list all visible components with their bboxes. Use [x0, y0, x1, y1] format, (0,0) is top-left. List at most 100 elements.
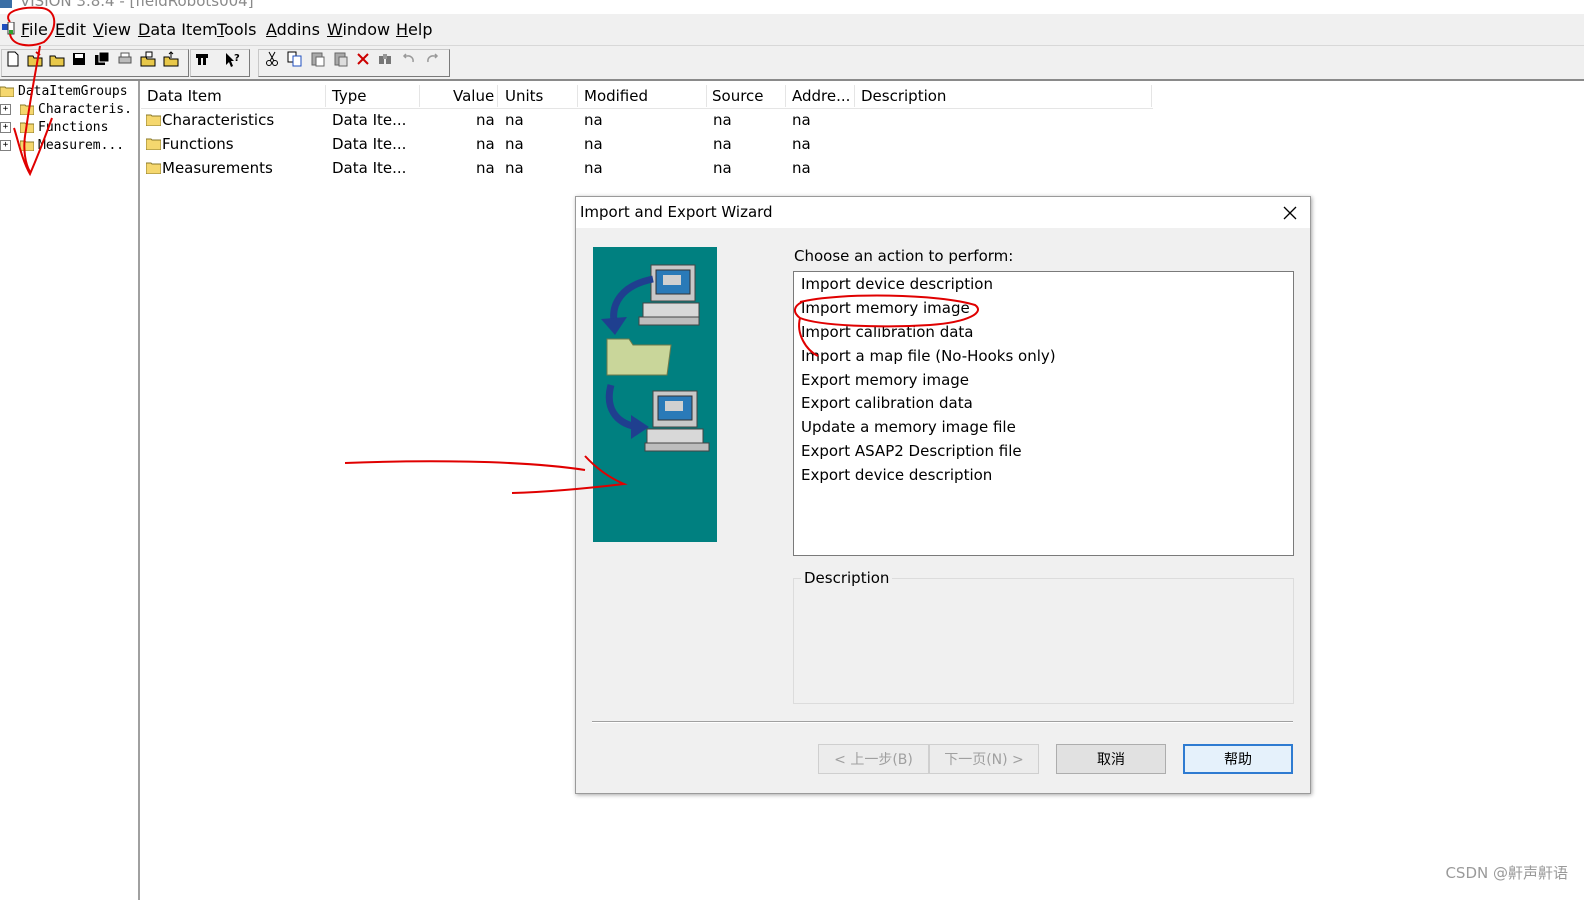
cell-value: na — [476, 135, 495, 153]
cell-address: na — [792, 135, 811, 153]
action-export-device-description[interactable]: Export device description — [801, 466, 992, 488]
cell-type: Data Ite... — [332, 111, 407, 129]
cancel-button[interactable]: 取消 — [1056, 744, 1166, 774]
help-button[interactable]: 帮助 — [1183, 744, 1293, 774]
cell-data-item: Characteristics — [162, 111, 275, 129]
list-header: Data Item Type Value Units Modified Sour… — [141, 83, 1153, 109]
column-divider[interactable] — [497, 85, 498, 107]
open-icon[interactable] — [27, 51, 43, 67]
expand-icon[interactable]: + — [0, 139, 11, 151]
context-help-icon[interactable]: ? — [224, 51, 240, 67]
column-header-data-item[interactable]: Data Item — [147, 87, 222, 105]
action-export-asap2-description-file[interactable]: Export ASAP2 Description file — [801, 442, 1022, 464]
action-update-memory-image-file[interactable]: Update a memory image file — [801, 418, 1016, 440]
menu-view[interactable]: View — [93, 20, 131, 39]
copy-icon[interactable] — [287, 51, 303, 67]
tree-item-label: Functions — [38, 119, 109, 135]
tree-root-label: DataItemGroups — [18, 83, 128, 99]
delete-icon[interactable] — [355, 51, 371, 67]
undo-icon[interactable] — [401, 51, 417, 67]
app-titlebar: VISION 3.8.4 - [fieldRobots004] — [0, 0, 1584, 13]
menu-data-item[interactable]: Data Item — [138, 20, 218, 39]
cell-value: na — [476, 159, 495, 177]
column-header-source[interactable]: Source — [712, 87, 764, 105]
column-divider[interactable] — [854, 85, 855, 107]
column-header-units[interactable]: Units — [505, 87, 543, 105]
folder-icon — [146, 114, 161, 126]
column-divider[interactable] — [325, 85, 326, 107]
action-export-calibration-data[interactable]: Export calibration data — [801, 394, 973, 416]
cell-value: na — [476, 111, 495, 129]
cut-icon[interactable] — [264, 51, 280, 67]
action-import-calibration-data[interactable]: Import calibration data — [801, 323, 974, 345]
menu-window[interactable]: Window — [327, 20, 390, 39]
column-divider[interactable] — [785, 85, 786, 107]
folder-icon — [20, 122, 34, 133]
import-icon[interactable] — [140, 51, 156, 67]
column-header-modified[interactable]: Modified — [584, 87, 648, 105]
print-icon[interactable] — [117, 51, 133, 67]
tree-item-label: Measurem... — [38, 137, 125, 153]
column-header-value[interactable]: Value — [453, 87, 494, 105]
tree-item-functions[interactable]: + Functions — [0, 118, 108, 136]
folder-icon — [146, 162, 161, 174]
folder-icon — [146, 138, 161, 150]
menu-addins[interactable]: Addins — [266, 20, 320, 39]
column-header-description[interactable]: Description — [861, 87, 946, 105]
action-import-device-description[interactable]: Import device description — [801, 275, 993, 297]
redo-icon[interactable] — [424, 51, 440, 67]
table-row[interactable]: Characteristics Data Ite... na na na na … — [141, 109, 1153, 131]
column-header-address[interactable]: Addre... — [792, 87, 850, 105]
cell-modified: na — [584, 111, 603, 129]
cell-modified: na — [584, 135, 603, 153]
action-prompt: Choose an action to perform: — [794, 247, 1014, 265]
action-listbox[interactable]: Import device description Import memory … — [793, 271, 1294, 556]
menu-tools[interactable]: Tools — [217, 20, 256, 39]
column-divider[interactable] — [706, 85, 707, 107]
new-icon[interactable] — [5, 51, 21, 67]
document-icon[interactable] — [2, 22, 16, 36]
tree-item-measurements[interactable]: + Measurem... — [0, 136, 124, 154]
menu-file[interactable]: File — [21, 20, 48, 39]
dialog-divider — [592, 721, 1293, 723]
toolbar: ? — [0, 46, 1584, 81]
paste-icon[interactable] — [310, 51, 326, 67]
save-all-icon[interactable] — [94, 51, 110, 67]
computers-folder-image — [601, 264, 710, 452]
find-icon[interactable] — [377, 51, 393, 67]
action-import-memory-image[interactable]: Import memory image — [801, 299, 970, 321]
tree-item-root[interactable]: DataItemGroups — [0, 82, 128, 100]
table-row[interactable]: Functions Data Ite... na na na na na — [141, 133, 1153, 155]
column-divider[interactable] — [1151, 85, 1152, 107]
back-button[interactable]: < 上一步(B) — [818, 744, 929, 774]
folder-icon — [20, 104, 34, 115]
wizard-illustration — [593, 247, 717, 542]
cell-type: Data Ite... — [332, 159, 407, 177]
export-icon[interactable] — [163, 51, 179, 67]
expand-icon[interactable]: + — [0, 121, 11, 133]
cell-address: na — [792, 111, 811, 129]
column-divider[interactable] — [419, 85, 420, 107]
tree-item-characteristics[interactable]: + Characteris. — [0, 100, 132, 118]
expand-icon[interactable]: + — [0, 103, 11, 115]
cell-address: na — [792, 159, 811, 177]
column-divider[interactable] — [577, 85, 578, 107]
svg-text:?: ? — [234, 53, 240, 64]
action-import-map-file[interactable]: Import a map file (No-Hooks only) — [801, 347, 1056, 369]
cell-modified: na — [584, 159, 603, 177]
paste-special-icon[interactable] — [333, 51, 349, 67]
save-icon[interactable] — [71, 51, 87, 67]
close-button[interactable] — [1278, 201, 1302, 225]
table-row[interactable]: Measurements Data Ite... na na na na na — [141, 157, 1153, 179]
cell-units: na — [505, 135, 524, 153]
dialog-titlebar[interactable]: Import and Export Wizard — [576, 197, 1310, 228]
menu-help[interactable]: Help — [396, 20, 432, 39]
next-button[interactable]: 下一页(N) > — [929, 744, 1039, 774]
column-header-type[interactable]: Type — [332, 87, 366, 105]
properties-icon[interactable] — [194, 51, 210, 67]
cell-source: na — [713, 135, 732, 153]
open-folder-icon[interactable] — [49, 51, 65, 67]
menu-edit[interactable]: Edit — [55, 20, 86, 39]
action-export-memory-image[interactable]: Export memory image — [801, 371, 969, 393]
dialog-title: Import and Export Wizard — [580, 203, 773, 221]
